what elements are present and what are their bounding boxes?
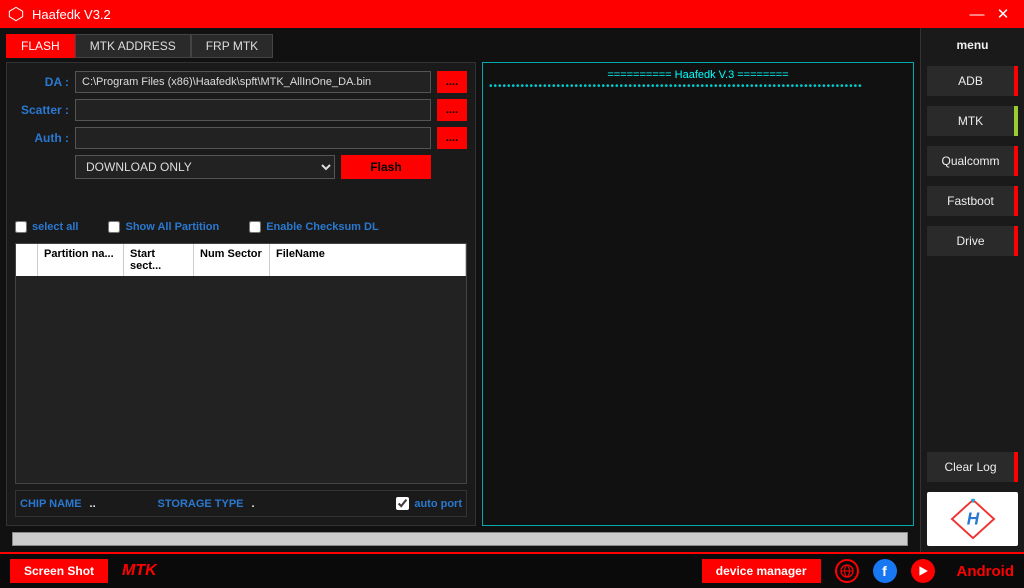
auth-browse-button[interactable]: ....: [437, 127, 467, 149]
mode-select[interactable]: DOWNLOAD ONLY: [75, 155, 335, 179]
app-logo-icon: [8, 6, 24, 22]
table-header-start-sector[interactable]: Start sect...: [124, 244, 194, 276]
da-label: DA :: [15, 75, 69, 89]
chip-name-value: ..: [90, 498, 110, 510]
tab-bar: FLASH MTK ADDRESS FRP MTK: [6, 34, 914, 58]
auth-label: Auth :: [15, 131, 69, 145]
android-label: Android: [957, 563, 1015, 580]
scatter-label: Scatter :: [15, 103, 69, 117]
youtube-icon[interactable]: [911, 559, 935, 583]
sidebar-drive-button[interactable]: Drive: [927, 226, 1018, 256]
facebook-icon[interactable]: f: [873, 559, 897, 583]
scatter-input[interactable]: [75, 99, 431, 121]
table-header-partition-name[interactable]: Partition na...: [38, 244, 124, 276]
select-all-checkbox[interactable]: select all: [15, 221, 78, 233]
minimize-button[interactable]: —: [964, 6, 990, 23]
sidebar-adb-button[interactable]: ADB: [927, 66, 1018, 96]
da-input[interactable]: [75, 71, 431, 93]
horizontal-scrollbar[interactable]: [12, 532, 908, 546]
sidebar-menu-label: menu: [927, 34, 1018, 56]
da-browse-button[interactable]: ....: [437, 71, 467, 93]
flash-button[interactable]: Flash: [341, 155, 431, 179]
log-panel: ========== Haafedk V.3 ======== ••••••••…: [482, 62, 914, 526]
device-manager-button[interactable]: device manager: [702, 559, 821, 583]
sidebar-clear-log-button[interactable]: Clear Log: [927, 452, 1018, 482]
sidebar-qualcomm-button[interactable]: Qualcomm: [927, 146, 1018, 176]
partition-table: Partition na... Start sect... Num Sector…: [15, 243, 467, 484]
auth-input[interactable]: [75, 127, 431, 149]
titlebar: Haafedk V3.2 — ✕: [0, 0, 1024, 28]
app-title: Haafedk V3.2: [32, 7, 111, 22]
footer: Screen Shot MTK device manager f Android: [0, 552, 1024, 588]
table-header-num-sector[interactable]: Num Sector: [194, 244, 270, 276]
storage-type-label: STORAGE TYPE: [158, 498, 244, 510]
chip-name-label: CHIP NAME: [20, 498, 82, 510]
table-header-checkbox[interactable]: [16, 244, 38, 276]
storage-type-value: .: [252, 498, 272, 510]
current-mode-label: MTK: [122, 562, 157, 580]
svg-text:H: H: [966, 509, 979, 529]
log-header: ========== Haafedk V.3 ========: [489, 69, 907, 81]
globe-icon[interactable]: [835, 559, 859, 583]
log-separator: ••••••••••••••••••••••••••••••••••••••••…: [489, 83, 907, 91]
sidebar: menu ADB MTK Qualcomm Fastboot Drive Cle…: [920, 28, 1024, 552]
sidebar-fastboot-button[interactable]: Fastboot: [927, 186, 1018, 216]
tab-flash[interactable]: FLASH: [6, 34, 75, 58]
table-header-filename[interactable]: FileName: [270, 244, 466, 276]
enable-checksum-checkbox[interactable]: Enable Checksum DL: [249, 221, 378, 233]
flash-panel: DA : .... Scatter : .... Auth : .... DOW: [6, 62, 476, 526]
brand-logo: H: [927, 492, 1018, 546]
screenshot-button[interactable]: Screen Shot: [10, 559, 108, 583]
scatter-browse-button[interactable]: ....: [437, 99, 467, 121]
tab-mtk-address[interactable]: MTK ADDRESS: [75, 34, 191, 58]
show-all-partition-checkbox[interactable]: Show All Partition: [108, 221, 219, 233]
sidebar-mtk-button[interactable]: MTK: [927, 106, 1018, 136]
auto-port-checkbox[interactable]: auto port: [396, 497, 462, 510]
tab-frp-mtk[interactable]: FRP MTK: [191, 34, 273, 58]
close-button[interactable]: ✕: [990, 5, 1016, 23]
